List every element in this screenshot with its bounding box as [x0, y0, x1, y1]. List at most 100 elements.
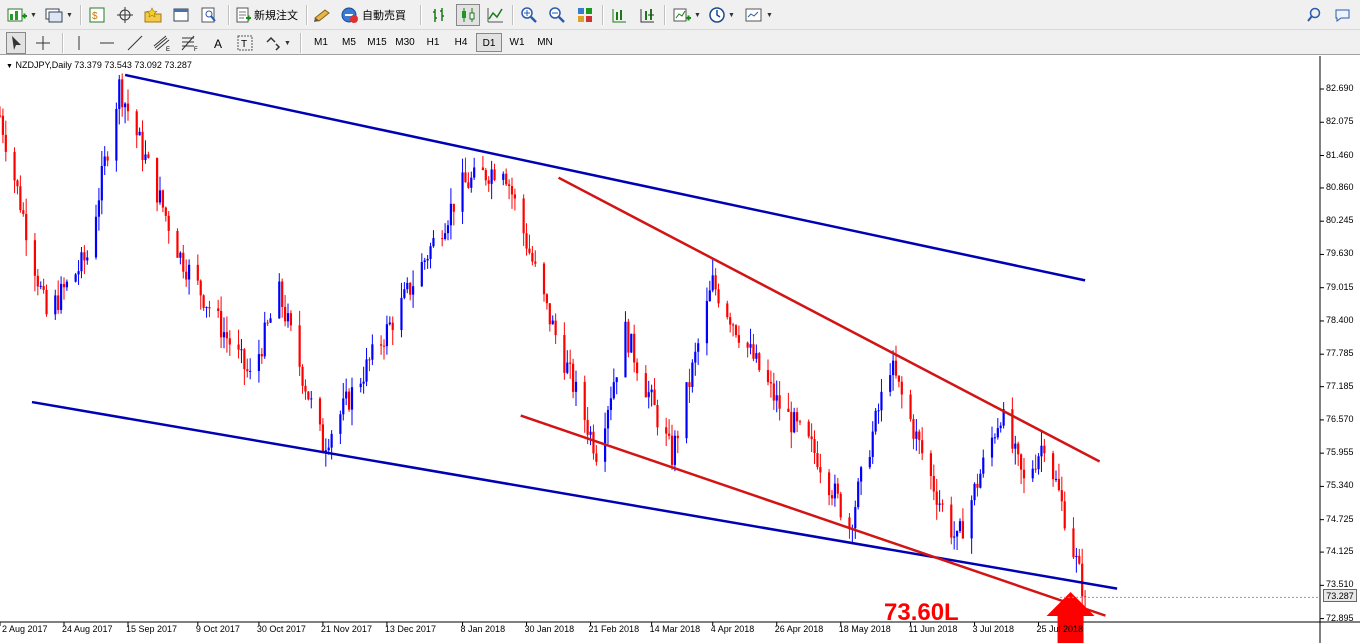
profiles-button[interactable]: ▼ — [44, 4, 73, 26]
timeframe-m1[interactable]: M1 — [308, 33, 334, 52]
time-tick-label: 9 Oct 2017 — [195, 624, 240, 634]
text-a-icon: A — [214, 37, 222, 51]
candle-body — [772, 383, 775, 401]
equidistant-channel-button[interactable]: E — [152, 32, 172, 54]
line-chart-button[interactable] — [486, 4, 504, 26]
candle-body — [897, 375, 901, 382]
candle-body — [941, 503, 944, 505]
symbol-info-label: ▼ NZDJPY,Daily 73.379 73.543 73.092 73.2… — [6, 60, 192, 70]
candle-body — [103, 156, 106, 166]
timeframe-d1[interactable]: D1 — [476, 33, 502, 52]
candle-body — [1043, 445, 1046, 454]
crosshair-icon — [117, 7, 133, 23]
candle-body — [793, 412, 796, 433]
candle-body — [708, 290, 711, 302]
autoscroll-button[interactable] — [638, 4, 656, 26]
candle-body — [368, 359, 371, 361]
text-label-button[interactable]: T — [236, 32, 254, 54]
navigator-button[interactable] — [172, 4, 190, 26]
crosshair-button[interactable] — [116, 4, 134, 26]
new-chart-button[interactable]: ▼ — [6, 4, 37, 26]
candle-body — [714, 275, 717, 290]
price-tick-label: 80.860 — [1326, 181, 1354, 192]
zoom-out-button[interactable] — [548, 4, 566, 26]
timeframe-m30[interactable]: M30 — [392, 33, 418, 52]
candle-body — [592, 431, 595, 454]
price-tick-label: 75.340 — [1326, 480, 1354, 491]
candle-body — [1051, 453, 1055, 480]
bar-chart-button[interactable] — [430, 4, 448, 26]
chart-shift-button[interactable] — [610, 4, 628, 26]
horizontal-line-button[interactable] — [98, 32, 116, 54]
time-tick-label: 24 Aug 2017 — [62, 624, 113, 634]
crosshair-tool-button[interactable] — [34, 32, 52, 54]
time-tick-label: 21 Nov 2017 — [320, 624, 372, 634]
candle-body — [400, 297, 403, 331]
candle-body — [123, 103, 127, 108]
indicators-button[interactable]: ▼ — [672, 4, 701, 26]
search-button[interactable] — [1306, 4, 1322, 26]
candle-body — [900, 381, 903, 395]
strategy-tester-button[interactable] — [200, 4, 218, 26]
candle-body — [874, 410, 877, 432]
metaeditor-button[interactable] — [312, 4, 332, 26]
trendline-1 — [124, 73, 1086, 282]
chevron-down-icon: ▼ — [30, 11, 37, 19]
candle-body — [321, 424, 325, 453]
market-watch-icon: $ — [89, 7, 105, 23]
timeframe-mn[interactable]: MN — [532, 33, 558, 52]
timeframe-h1[interactable]: H1 — [420, 33, 446, 52]
candle-body — [894, 360, 898, 376]
new-order-button[interactable]: 新規注文 — [234, 4, 298, 26]
arrows-button[interactable]: ▼ — [264, 32, 291, 54]
auto-trading-button[interactable]: 自動売買 — [340, 4, 406, 26]
timeframe-m15[interactable]: M15 — [364, 33, 390, 52]
horizontal-line-icon — [100, 42, 114, 44]
candle-body — [1031, 468, 1034, 479]
candle-body — [36, 275, 39, 287]
timeframe-h4[interactable]: H4 — [448, 33, 474, 52]
tile-windows-button[interactable] — [576, 4, 594, 26]
timeframe-w1[interactable]: W1 — [504, 33, 530, 52]
favorites-button[interactable] — [143, 4, 163, 26]
candle-body — [345, 391, 348, 399]
time-tick-label: 4 Apr 2018 — [710, 624, 755, 634]
cursor-tool-button[interactable] — [6, 32, 26, 54]
market-watch-button[interactable]: $ — [88, 4, 106, 26]
candlestick-chart-button[interactable] — [456, 4, 480, 26]
search-icon — [1307, 7, 1321, 22]
candle-body — [868, 456, 871, 468]
candle-body — [54, 295, 57, 315]
candle-body — [94, 216, 98, 258]
timeframe-m5[interactable]: M5 — [336, 33, 362, 52]
candle-body — [507, 184, 511, 186]
new-order-label: 新規注文 — [254, 10, 298, 22]
candle-body — [278, 281, 281, 319]
chart-window[interactable]: ▼ NZDJPY,Daily 73.379 73.543 73.092 73.2… — [0, 56, 1360, 643]
templates-button[interactable]: ▼ — [744, 4, 773, 26]
trendline-button[interactable] — [126, 32, 144, 54]
line-chart-icon — [487, 8, 503, 23]
candle-body — [13, 151, 16, 181]
candle-body — [135, 111, 138, 136]
template-icon — [745, 8, 762, 22]
candle-body — [909, 394, 912, 420]
fibonacci-button[interactable]: F — [180, 32, 200, 54]
candle-body — [1017, 443, 1020, 455]
periods-button[interactable]: ▼ — [708, 4, 735, 26]
chat-icon — [1335, 9, 1350, 22]
candle-body — [612, 382, 615, 399]
candle-body — [39, 285, 42, 287]
candle-body — [57, 295, 60, 310]
zoom-in-button[interactable] — [520, 4, 538, 26]
candle-body — [711, 275, 714, 291]
candle-body — [205, 306, 208, 308]
text-tool-button[interactable]: A — [210, 32, 228, 54]
collapse-arrow-icon[interactable]: ▼ — [6, 63, 13, 70]
candle-body — [731, 324, 735, 326]
chat-button[interactable] — [1334, 4, 1352, 26]
vertical-line-button[interactable] — [70, 32, 88, 54]
svg-text:$: $ — [92, 11, 98, 22]
candle-body — [778, 395, 781, 409]
price-chart[interactable] — [0, 56, 1360, 643]
